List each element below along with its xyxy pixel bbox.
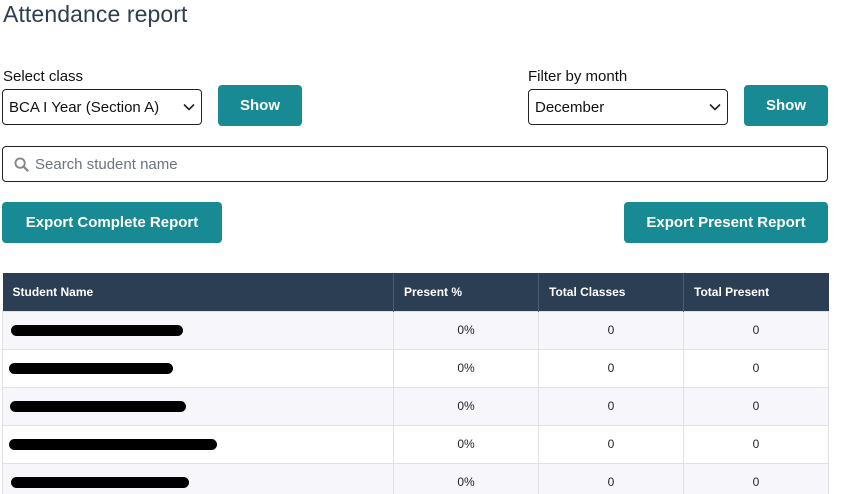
- column-header-present-pct[interactable]: Present %: [393, 273, 539, 311]
- present-pct-cell: 0%: [393, 386, 539, 426]
- redacted-name: [10, 400, 186, 412]
- table-row: 0% 0 0: [2, 424, 829, 464]
- search-icon: [14, 157, 29, 172]
- search-input[interactable]: [35, 147, 815, 181]
- table-row: 0% 0 0: [2, 348, 829, 388]
- show-class-button[interactable]: Show: [218, 85, 302, 126]
- show-month-button[interactable]: Show: [744, 85, 828, 126]
- select-class-label: Select class: [3, 68, 84, 85]
- redacted-name: [11, 324, 183, 336]
- table-header-row: Student Name Present % Total Classes Tot…: [2, 273, 829, 311]
- redacted-name: [11, 476, 189, 488]
- column-header-student-name[interactable]: Student Name: [2, 273, 394, 311]
- student-name-cell: [2, 462, 394, 494]
- redacted-name: [9, 438, 217, 450]
- filter-month-label: Filter by month: [528, 68, 628, 85]
- student-name-cell: [2, 348, 394, 388]
- class-select[interactable]: BCA I Year (Section A): [2, 89, 202, 125]
- total-classes-cell: 0: [538, 310, 684, 350]
- total-classes-cell: 0: [538, 462, 684, 494]
- total-classes-cell: 0: [538, 386, 684, 426]
- page-title: Attendance report: [3, 1, 188, 27]
- total-present-cell: 0: [683, 348, 829, 388]
- search-bar: [2, 146, 828, 182]
- present-pct-cell: 0%: [393, 348, 539, 388]
- present-pct-cell: 0%: [393, 462, 539, 494]
- attendance-table: Student Name Present % Total Classes Tot…: [2, 273, 829, 494]
- class-select-value: BCA I Year (Section A): [9, 98, 160, 116]
- present-pct-cell: 0%: [393, 424, 539, 464]
- export-complete-report-button[interactable]: Export Complete Report: [2, 202, 222, 243]
- month-select[interactable]: December: [528, 89, 728, 125]
- column-header-total-classes[interactable]: Total Classes: [538, 273, 684, 311]
- student-name-cell: [2, 310, 394, 350]
- present-pct-cell: 0%: [393, 310, 539, 350]
- total-present-cell: 0: [683, 310, 829, 350]
- month-select-value: December: [535, 98, 605, 116]
- table-row: 0% 0 0: [2, 386, 829, 426]
- export-present-report-button[interactable]: Export Present Report: [624, 202, 828, 243]
- student-name-cell: [2, 386, 394, 426]
- total-classes-cell: 0: [538, 348, 684, 388]
- chevron-down-icon: [183, 103, 195, 111]
- total-present-cell: 0: [683, 424, 829, 464]
- table-row: 0% 0 0: [2, 310, 829, 350]
- total-present-cell: 0: [683, 386, 829, 426]
- redacted-name: [9, 362, 173, 374]
- column-header-total-present[interactable]: Total Present: [683, 273, 829, 311]
- total-classes-cell: 0: [538, 424, 684, 464]
- table-row: 0% 0 0: [2, 462, 829, 494]
- student-name-cell: [2, 424, 394, 464]
- attendance-report-page: Attendance report Select class BCA I Yea…: [0, 0, 844, 494]
- chevron-down-icon: [709, 103, 721, 111]
- total-present-cell: 0: [683, 462, 829, 494]
